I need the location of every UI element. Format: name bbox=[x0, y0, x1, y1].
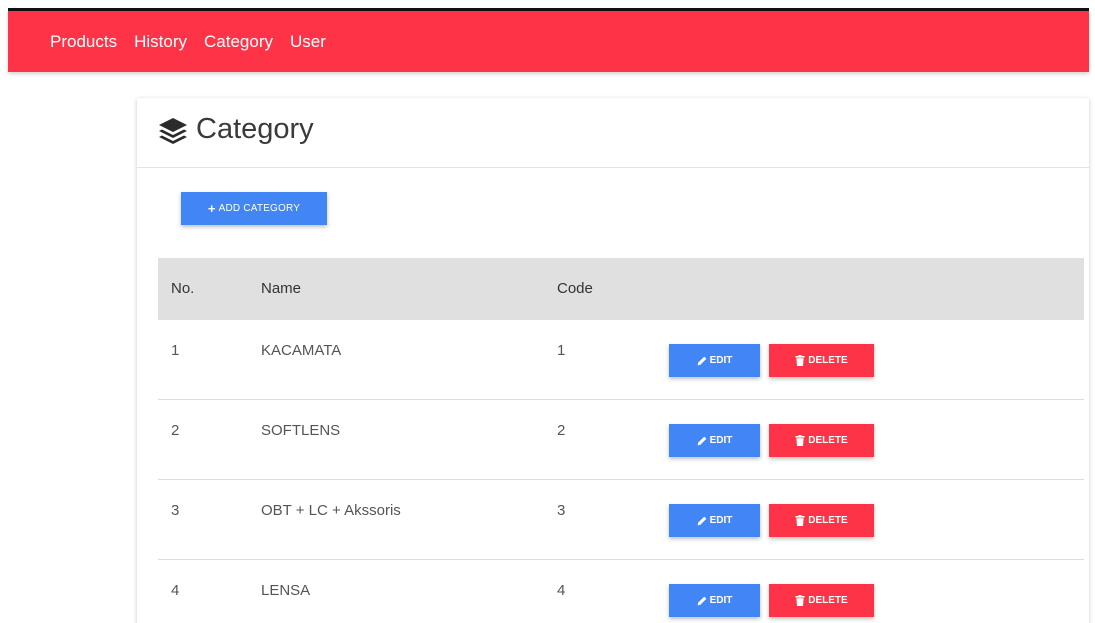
cell-no: 3 bbox=[171, 502, 180, 519]
nav-link-products[interactable]: Products bbox=[50, 32, 117, 52]
trash-icon bbox=[795, 595, 805, 606]
table-header: No. Name Code bbox=[158, 258, 1084, 320]
delete-label: DELETE bbox=[808, 355, 848, 366]
cell-name: LENSA bbox=[261, 582, 311, 599]
add-category-label: ADD CATEGORY bbox=[218, 203, 301, 214]
add-category-button[interactable]: + ADD CATEGORY bbox=[181, 192, 327, 225]
cell-name: KACAMATA bbox=[261, 342, 342, 359]
cell-code: 4 bbox=[557, 582, 566, 599]
table-row: 2 SOFTLENS 2 EDIT DELETE bbox=[158, 400, 1084, 480]
nav-link-user[interactable]: User bbox=[290, 32, 326, 52]
cell-code: 1 bbox=[557, 342, 566, 359]
edit-label: EDIT bbox=[709, 595, 733, 606]
nav-link-history[interactable]: History bbox=[134, 32, 187, 52]
pencil-icon bbox=[697, 436, 707, 445]
edit-label: EDIT bbox=[709, 355, 733, 366]
cell-code: 2 bbox=[557, 422, 566, 439]
header-name: Name bbox=[261, 280, 302, 297]
trash-icon bbox=[795, 435, 805, 446]
table-row: 1 KACAMATA 1 EDIT DELETE bbox=[158, 320, 1084, 400]
page-title: Category bbox=[196, 113, 314, 145]
cell-no: 2 bbox=[171, 422, 180, 439]
category-card: Category + ADD CATEGORY No. Name Code 1 … bbox=[137, 98, 1089, 623]
plus-icon: + bbox=[207, 200, 216, 216]
trash-icon bbox=[795, 355, 805, 366]
delete-button[interactable]: DELETE bbox=[769, 504, 874, 537]
cell-name: OBT + LC + Akssoris bbox=[261, 502, 401, 519]
table-row: 3 OBT + LC + Akssoris 3 EDIT DELETE bbox=[158, 480, 1084, 560]
top-navbar: Products History Category User bbox=[8, 11, 1089, 72]
delete-button[interactable]: DELETE bbox=[769, 424, 874, 457]
cell-name: SOFTLENS bbox=[261, 422, 341, 439]
card-header: Category bbox=[137, 98, 1089, 168]
edit-label: EDIT bbox=[709, 435, 733, 446]
pencil-icon bbox=[697, 596, 707, 605]
pencil-icon bbox=[697, 516, 707, 525]
delete-button[interactable]: DELETE bbox=[769, 344, 874, 377]
cell-code: 3 bbox=[557, 502, 566, 519]
delete-label: DELETE bbox=[808, 435, 848, 446]
trash-icon bbox=[795, 515, 805, 526]
edit-button[interactable]: EDIT bbox=[669, 344, 760, 377]
table-row: 4 LENSA 4 EDIT DELETE bbox=[158, 560, 1084, 623]
edit-label: EDIT bbox=[709, 515, 733, 526]
header-code: Code bbox=[557, 280, 593, 297]
nav-link-category[interactable]: Category bbox=[204, 32, 273, 52]
edit-button[interactable]: EDIT bbox=[669, 424, 760, 457]
layers-icon bbox=[157, 115, 189, 147]
cell-no: 1 bbox=[171, 342, 180, 359]
delete-label: DELETE bbox=[808, 515, 848, 526]
edit-button[interactable]: EDIT bbox=[669, 584, 760, 617]
delete-button[interactable]: DELETE bbox=[769, 584, 874, 617]
cell-no: 4 bbox=[171, 582, 180, 599]
app-frame: Products History Category User Category … bbox=[0, 0, 1095, 623]
category-table: No. Name Code 1 KACAMATA 1 EDIT DELETE 2 bbox=[158, 258, 1084, 623]
pencil-icon bbox=[697, 356, 707, 365]
delete-label: DELETE bbox=[808, 595, 848, 606]
header-no: No. bbox=[171, 280, 195, 297]
edit-button[interactable]: EDIT bbox=[669, 504, 760, 537]
